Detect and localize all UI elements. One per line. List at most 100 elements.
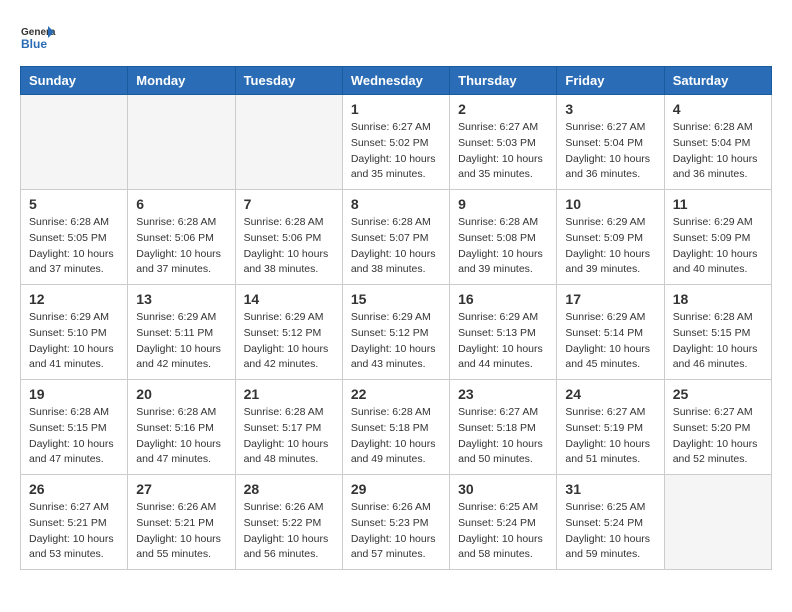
day-info: Sunrise: 6:28 AM Sunset: 5:16 PM Dayligh… [136,405,226,468]
calendar-cell [235,95,342,190]
day-number: 4 [673,101,763,117]
day-info: Sunrise: 6:28 AM Sunset: 5:08 PM Dayligh… [458,215,548,278]
week-row-4: 19Sunrise: 6:28 AM Sunset: 5:15 PM Dayli… [21,380,772,475]
calendar-cell: 15 Sunrise: 6:29 AM Sunset: 5:12 PM Dayli… [342,285,449,380]
day-info: Sunrise: 6:26 AM Sunset: 5:22 PM Dayligh… [244,500,334,563]
calendar-cell: 7 Sunrise: 6:28 AM Sunset: 5:06 PM Daylig… [235,190,342,285]
calendar-cell: 26 Sunrise: 6:27 AM Sunset: 5:21 PM Dayli… [21,475,128,570]
day-number: 26 [29,481,119,497]
day-info: Sunrise: 6:25 AM Sunset: 5:24 PM Dayligh… [565,500,655,563]
calendar-cell: 30 Sunrise: 6:25 AM Sunset: 5:24 PM Dayli… [450,475,557,570]
day-info: Sunrise: 6:27 AM Sunset: 5:18 PM Dayligh… [458,405,548,468]
day-number: 16 [458,291,548,307]
week-row-1: 1 Sunrise: 6:27 AM Sunset: 5:02 PM Daylig… [21,95,772,190]
calendar-cell: 21 Sunrise: 6:28 AM Sunset: 5:17 PM Dayli… [235,380,342,475]
day-info: Sunrise: 6:25 AM Sunset: 5:24 PM Dayligh… [458,500,548,563]
calendar-cell [664,475,771,570]
day-info: Sunrise: 6:29 AM Sunset: 5:14 PM Dayligh… [565,310,655,373]
day-info: Sunrise: 6:27 AM Sunset: 5:03 PM Dayligh… [458,120,548,183]
calendar-cell: 14Sunrise: 6:29 AM Sunset: 5:12 PM Dayli… [235,285,342,380]
day-number: 9 [458,196,548,212]
calendar-cell: 9 Sunrise: 6:28 AM Sunset: 5:08 PM Daylig… [450,190,557,285]
day-number: 30 [458,481,548,497]
week-row-5: 26 Sunrise: 6:27 AM Sunset: 5:21 PM Dayli… [21,475,772,570]
calendar-cell: 4 Sunrise: 6:28 AM Sunset: 5:04 PM Daylig… [664,95,771,190]
day-number: 2 [458,101,548,117]
day-info: Sunrise: 6:29 AM Sunset: 5:09 PM Dayligh… [673,215,763,278]
calendar-cell: 6Sunrise: 6:28 AM Sunset: 5:06 PM Daylig… [128,190,235,285]
day-info: Sunrise: 6:26 AM Sunset: 5:21 PM Dayligh… [136,500,226,563]
day-info: Sunrise: 6:29 AM Sunset: 5:09 PM Dayligh… [565,215,655,278]
day-number: 29 [351,481,441,497]
calendar-cell: 13 Sunrise: 6:29 AM Sunset: 5:11 PM Dayli… [128,285,235,380]
day-number: 17 [565,291,655,307]
header-day-sunday: Sunday [21,67,128,95]
header-day-wednesday: Wednesday [342,67,449,95]
day-number: 18 [673,291,763,307]
day-info: Sunrise: 6:29 AM Sunset: 5:13 PM Dayligh… [458,310,548,373]
day-info: Sunrise: 6:28 AM Sunset: 5:07 PM Dayligh… [351,215,441,278]
day-info: Sunrise: 6:28 AM Sunset: 5:05 PM Dayligh… [29,215,119,278]
day-info: Sunrise: 6:28 AM Sunset: 5:15 PM Dayligh… [29,405,119,468]
day-number: 13 [136,291,226,307]
calendar-cell: 25 Sunrise: 6:27 AM Sunset: 5:20 PM Dayli… [664,380,771,475]
day-number: 23 [458,386,548,402]
day-info: Sunrise: 6:28 AM Sunset: 5:06 PM Dayligh… [244,215,334,278]
day-info: Sunrise: 6:27 AM Sunset: 5:19 PM Dayligh… [565,405,655,468]
header-day-monday: Monday [128,67,235,95]
week-row-3: 12Sunrise: 6:29 AM Sunset: 5:10 PM Dayli… [21,285,772,380]
calendar-cell: 2 Sunrise: 6:27 AM Sunset: 5:03 PM Daylig… [450,95,557,190]
header-row: SundayMondayTuesdayWednesdayThursdayFrid… [21,67,772,95]
calendar-cell: 12Sunrise: 6:29 AM Sunset: 5:10 PM Dayli… [21,285,128,380]
page-header: General Blue [20,20,772,56]
logo: General Blue [20,20,56,56]
calendar-cell: 22 Sunrise: 6:28 AM Sunset: 5:18 PM Dayli… [342,380,449,475]
calendar-cell: 27 Sunrise: 6:26 AM Sunset: 5:21 PM Dayli… [128,475,235,570]
calendar-cell [128,95,235,190]
day-number: 15 [351,291,441,307]
svg-text:Blue: Blue [21,37,47,51]
calendar-cell: 23 Sunrise: 6:27 AM Sunset: 5:18 PM Dayli… [450,380,557,475]
calendar-cell: 19Sunrise: 6:28 AM Sunset: 5:15 PM Dayli… [21,380,128,475]
day-number: 7 [244,196,334,212]
day-number: 3 [565,101,655,117]
day-info: Sunrise: 6:27 AM Sunset: 5:04 PM Dayligh… [565,120,655,183]
day-number: 6 [136,196,226,212]
header-day-friday: Friday [557,67,664,95]
day-info: Sunrise: 6:28 AM Sunset: 5:15 PM Dayligh… [673,310,763,373]
day-number: 1 [351,101,441,117]
calendar-cell [21,95,128,190]
day-number: 25 [673,386,763,402]
day-info: Sunrise: 6:28 AM Sunset: 5:04 PM Dayligh… [673,120,763,183]
day-number: 27 [136,481,226,497]
week-row-2: 5 Sunrise: 6:28 AM Sunset: 5:05 PM Daylig… [21,190,772,285]
day-number: 22 [351,386,441,402]
day-info: Sunrise: 6:27 AM Sunset: 5:21 PM Dayligh… [29,500,119,563]
calendar-cell: 3 Sunrise: 6:27 AM Sunset: 5:04 PM Daylig… [557,95,664,190]
calendar-cell: 16 Sunrise: 6:29 AM Sunset: 5:13 PM Dayli… [450,285,557,380]
calendar-cell: 24 Sunrise: 6:27 AM Sunset: 5:19 PM Dayli… [557,380,664,475]
day-number: 11 [673,196,763,212]
day-info: Sunrise: 6:28 AM Sunset: 5:17 PM Dayligh… [244,405,334,468]
day-info: Sunrise: 6:29 AM Sunset: 5:11 PM Dayligh… [136,310,226,373]
day-number: 31 [565,481,655,497]
calendar-cell: 18 Sunrise: 6:28 AM Sunset: 5:15 PM Dayli… [664,285,771,380]
day-number: 5 [29,196,119,212]
day-info: Sunrise: 6:27 AM Sunset: 5:02 PM Dayligh… [351,120,441,183]
day-info: Sunrise: 6:26 AM Sunset: 5:23 PM Dayligh… [351,500,441,563]
day-info: Sunrise: 6:28 AM Sunset: 5:18 PM Dayligh… [351,405,441,468]
calendar-cell: 17 Sunrise: 6:29 AM Sunset: 5:14 PM Dayli… [557,285,664,380]
day-number: 21 [244,386,334,402]
calendar-cell: 1 Sunrise: 6:27 AM Sunset: 5:02 PM Daylig… [342,95,449,190]
day-info: Sunrise: 6:29 AM Sunset: 5:12 PM Dayligh… [244,310,334,373]
day-number: 8 [351,196,441,212]
day-number: 24 [565,386,655,402]
calendar-cell: 20Sunrise: 6:28 AM Sunset: 5:16 PM Dayli… [128,380,235,475]
calendar-cell: 29 Sunrise: 6:26 AM Sunset: 5:23 PM Dayli… [342,475,449,570]
header-day-tuesday: Tuesday [235,67,342,95]
day-info: Sunrise: 6:29 AM Sunset: 5:12 PM Dayligh… [351,310,441,373]
day-number: 10 [565,196,655,212]
day-info: Sunrise: 6:27 AM Sunset: 5:20 PM Dayligh… [673,405,763,468]
calendar-cell: 28Sunrise: 6:26 AM Sunset: 5:22 PM Dayli… [235,475,342,570]
calendar-cell: 8 Sunrise: 6:28 AM Sunset: 5:07 PM Daylig… [342,190,449,285]
